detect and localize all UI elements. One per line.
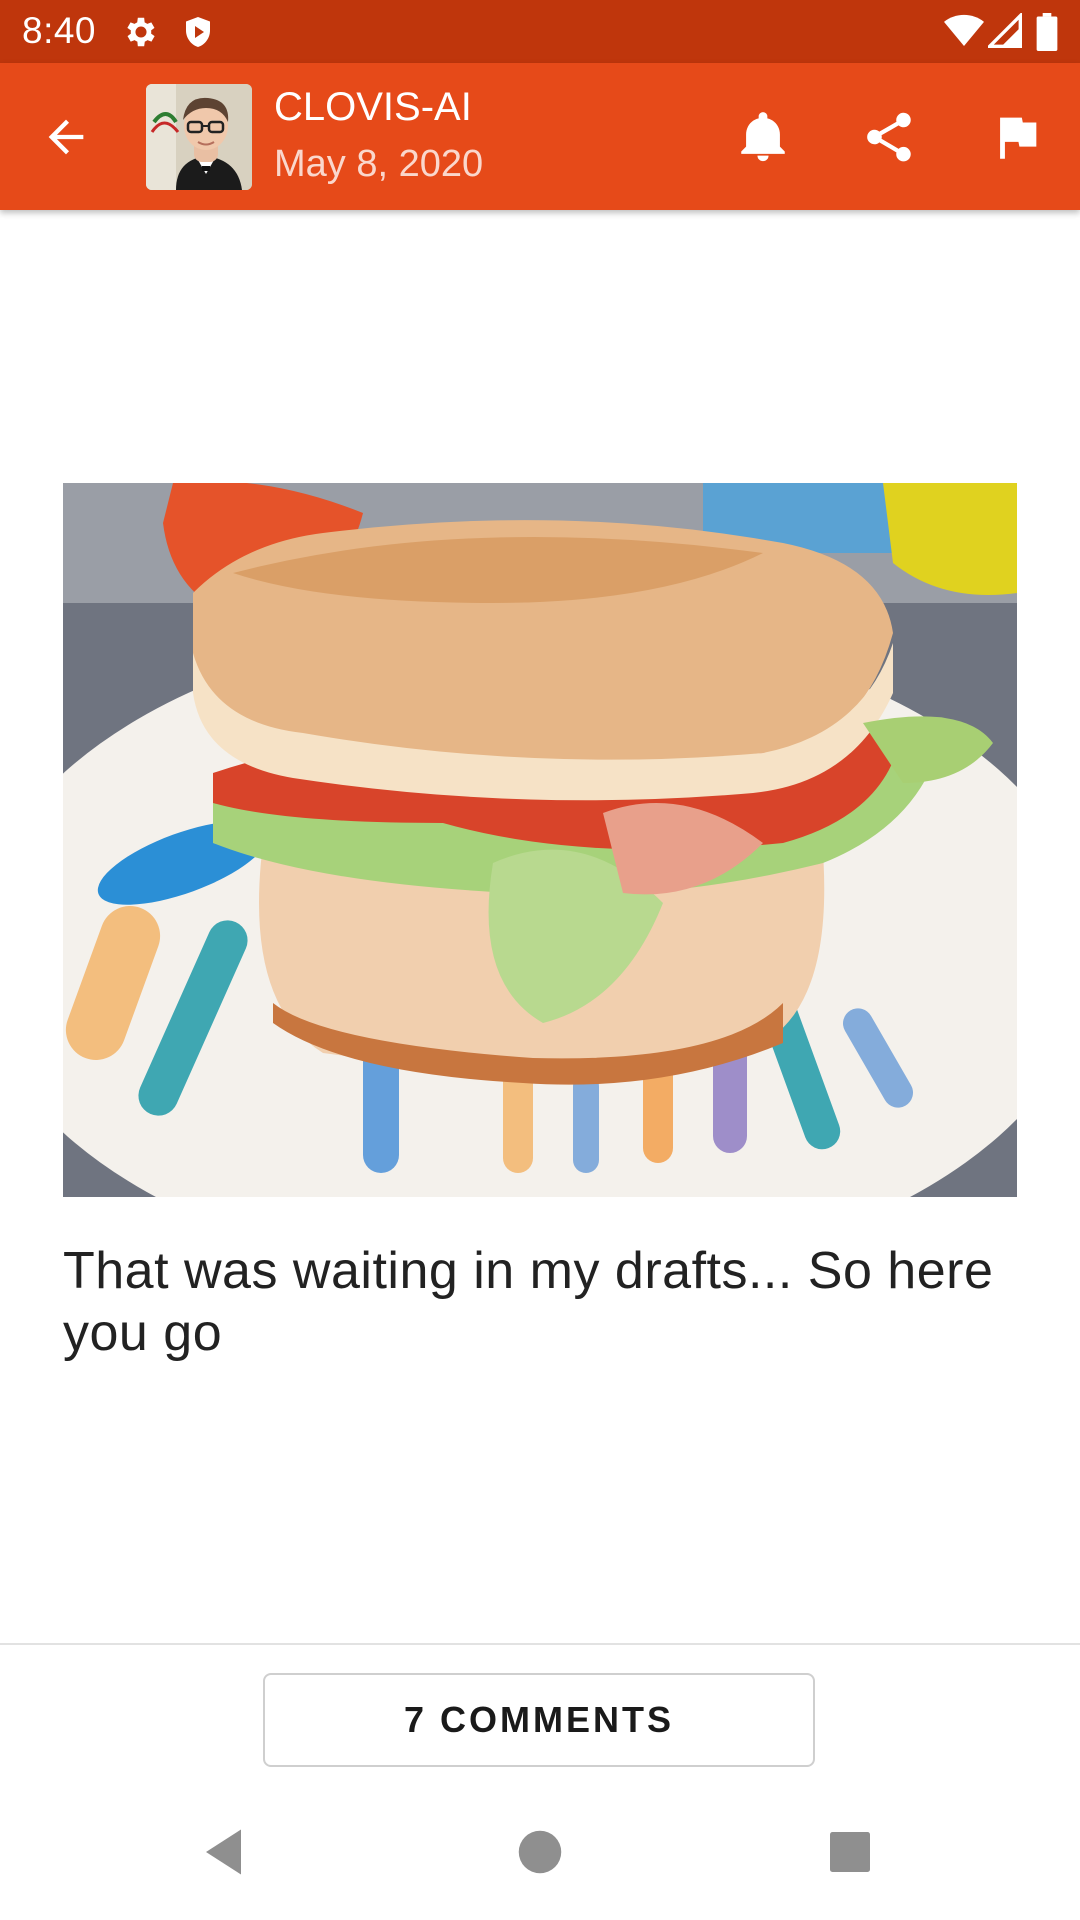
post-body: That was waiting in my drafts... So here… [63,1242,994,1362]
status-bar: 8:40 [0,0,1080,63]
back-triangle-icon[interactable] [196,1822,256,1882]
status-time: 8:40 [22,10,97,51]
comments-button[interactable]: 7 COMMENTS [263,1673,815,1767]
recents-square-icon[interactable] [820,1822,880,1882]
signal-icon [988,13,1022,48]
avatar[interactable] [146,84,252,190]
avatar-image [146,84,252,190]
wifi-icon [944,14,984,47]
home-circle-icon[interactable] [510,1822,570,1882]
post-date: May 8, 2020 [274,143,484,185]
divider [0,1643,1080,1645]
flag-icon[interactable] [988,108,1046,166]
post-image[interactable] [63,483,1017,1197]
navigation-bar [0,1780,1080,1920]
share-icon[interactable] [860,108,918,166]
back-arrow-icon[interactable] [40,111,92,163]
battery-icon [1036,13,1058,51]
author-name[interactable]: CLOVIS-AI [274,85,472,130]
shield-icon [186,17,210,47]
sandwich-photo [63,483,1017,1197]
app-bar: CLOVIS-AI May 8, 2020 [0,63,1080,210]
gear-icon [127,17,155,47]
bell-icon[interactable] [734,108,792,166]
